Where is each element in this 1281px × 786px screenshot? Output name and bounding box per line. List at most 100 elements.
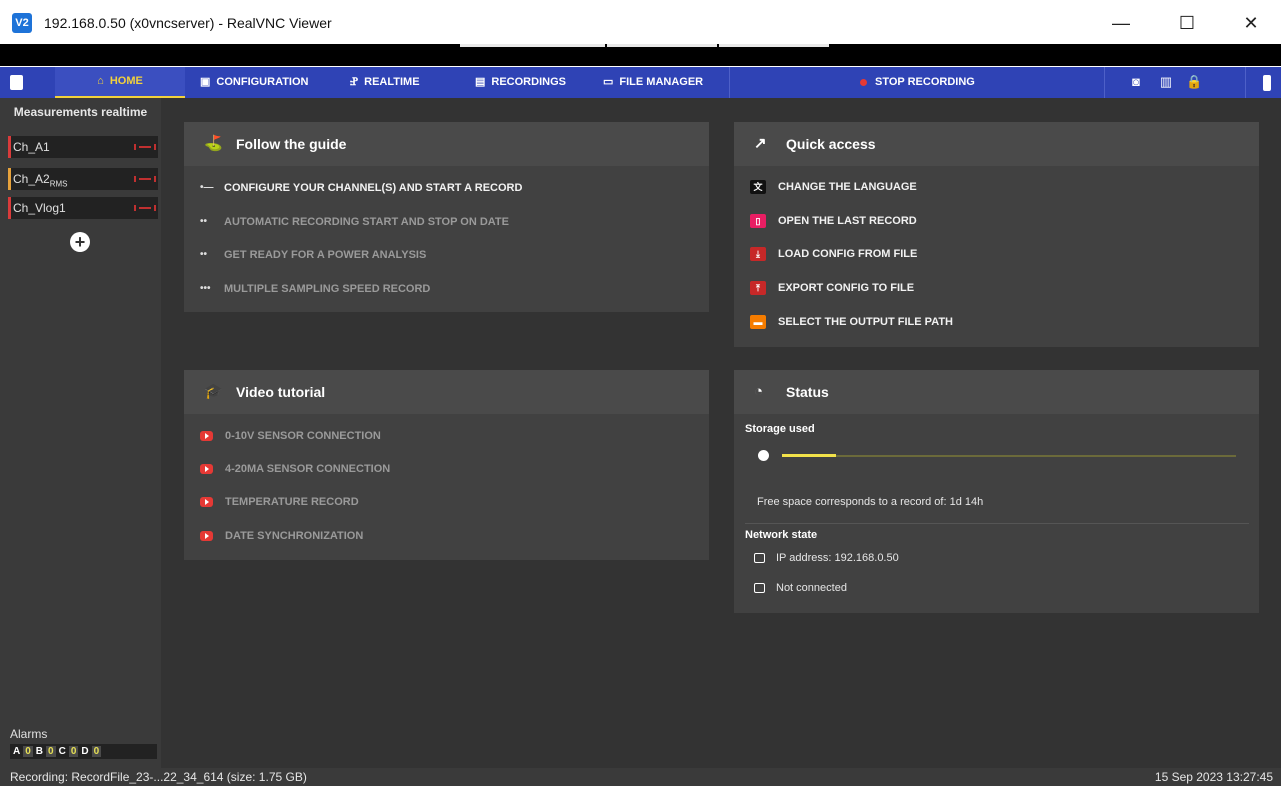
window-title: 192.168.0.50 (x0vncserver) - RealVNC Vie… xyxy=(44,15,332,31)
step-bullet-icon: •— xyxy=(200,182,214,193)
ip-address-text: IP address: 192.168.0.50 xyxy=(776,552,899,564)
menu-button[interactable] xyxy=(10,67,23,98)
tab-configuration-label: CONFIGURATION xyxy=(216,76,309,88)
window-title-bar: V2 192.168.0.50 (x0vncserver) - RealVNC … xyxy=(0,0,1281,45)
network-state-label: Network state xyxy=(745,529,818,541)
video-link[interactable]: TEMPERATURE RECORD xyxy=(200,494,359,510)
book-icon[interactable]: ▥ xyxy=(1158,74,1174,90)
storage-icon xyxy=(758,450,769,461)
guide-card-header: ⛳ Follow the guide xyxy=(184,122,709,166)
status-header: ◔ Status xyxy=(734,370,1259,414)
quick-export-config[interactable]: ⤒ EXPORT CONFIG TO FILE xyxy=(750,280,914,296)
maximize-button[interactable]: ☐ xyxy=(1164,6,1210,40)
tab-home-label: HOME xyxy=(109,75,143,87)
guide-step-label: GET READY FOR A POWER ANALYSIS xyxy=(224,249,427,261)
quick-change-language[interactable]: 文 CHANGE THE LANGUAGE xyxy=(750,179,917,195)
alarm-letter: C xyxy=(58,746,66,757)
storage-progress-fill xyxy=(782,454,837,457)
alarm-count: 0 xyxy=(46,746,56,757)
config-icon: ▣ xyxy=(200,76,211,88)
file-open-icon: ▯ xyxy=(750,214,766,228)
status-card: ◔ Status Storage used Free space corresp… xyxy=(734,370,1259,613)
quick-item-label: EXPORT CONFIG TO FILE xyxy=(778,282,915,294)
alarm-count: 0 xyxy=(91,746,102,757)
download-icon: ⤓ xyxy=(750,247,766,261)
guide-step[interactable]: •• GET READY FOR A POWER ANALYSIS xyxy=(200,247,426,263)
folder-icon: ▬ xyxy=(750,315,766,329)
quick-open-last-record[interactable]: ▯ OPEN THE LAST RECORD xyxy=(750,213,917,229)
lock-icon[interactable]: 🔒 xyxy=(1186,74,1202,90)
guide-step[interactable]: •• AUTOMATIC RECORDING START AND STOP ON… xyxy=(200,214,509,230)
remote-strip-segment xyxy=(719,44,829,47)
channel-item[interactable]: Ch_A2RMS xyxy=(8,168,158,190)
minimize-button[interactable]: — xyxy=(1098,6,1144,40)
guide-step-label: CONFIGURE YOUR CHANNEL(S) AND START A RE… xyxy=(224,182,523,194)
measurements-sidebar: Measurements realtime Ch_A1 Ch_A2RMS Ch_… xyxy=(0,98,161,768)
alarm-letter: D xyxy=(81,746,89,757)
connection-row: Not connected xyxy=(754,582,847,594)
tab-recordings[interactable]: ▤ RECORDINGS xyxy=(475,67,566,98)
channel-subscript: RMS xyxy=(49,179,68,189)
ip-address-row: IP address: 192.168.0.50 xyxy=(754,552,899,564)
youtube-icon xyxy=(200,464,213,474)
nav-divider xyxy=(1245,67,1246,98)
alarm-letter: A xyxy=(13,746,21,757)
guide-card: ⛳ Follow the guide •— CONFIGURE YOUR CHA… xyxy=(184,122,709,312)
nav-divider xyxy=(729,67,730,98)
close-button[interactable]: ✕ xyxy=(1228,6,1274,40)
guide-icon: ⛳ xyxy=(204,135,223,152)
tab-realtime[interactable]: Ⱀ REALTIME xyxy=(350,67,420,98)
channel-name: Ch_Vlog1 xyxy=(13,201,66,215)
quick-select-output-path[interactable]: ▬ SELECT THE OUTPUT FILE PATH xyxy=(750,314,953,330)
remote-screen-top-strip xyxy=(0,44,1281,66)
youtube-icon xyxy=(200,497,213,507)
tab-realtime-label: REALTIME xyxy=(364,76,420,88)
tab-home[interactable]: ⌂ HOME xyxy=(55,67,185,98)
video-link[interactable]: DATE SYNCHRONIZATION xyxy=(200,528,363,544)
youtube-icon xyxy=(200,531,213,541)
alarm-count: 0 xyxy=(23,746,33,757)
video-link-label: DATE SYNCHRONIZATION xyxy=(225,530,364,542)
gauge-icon: ◔ xyxy=(754,383,764,400)
channel-name: Ch_A1 xyxy=(13,140,50,154)
video-link-label: 4-20MA SENSOR CONNECTION xyxy=(225,463,391,475)
add-channel-button[interactable]: + xyxy=(70,232,90,252)
sidebar-title: Measurements realtime xyxy=(13,105,148,119)
tab-file-manager[interactable]: ▭ FILE MANAGER xyxy=(603,67,703,98)
status-title: Status xyxy=(786,384,829,400)
guide-step[interactable]: ••• MULTIPLE SAMPLING SPEED RECORD xyxy=(200,281,430,297)
alarm-letter: B xyxy=(35,746,44,757)
connection-text: Not connected xyxy=(776,582,847,594)
upload-icon: ⤒ xyxy=(750,281,766,295)
video-link-label: 0-10V SENSOR CONNECTION xyxy=(225,430,381,442)
tab-configuration[interactable]: ▣ CONFIGURATION xyxy=(200,67,308,98)
bottom-status-bar: Recording: RecordFile_23-...22_34_614 (s… xyxy=(0,768,1281,786)
channel-item[interactable]: Ch_Vlog1 xyxy=(8,197,158,219)
quick-access-title: Quick access xyxy=(786,136,876,152)
ethernet-icon xyxy=(754,553,765,563)
home-main-area: ⛳ Follow the guide •— CONFIGURE YOUR CHA… xyxy=(161,98,1281,768)
realvnc-app-icon: V2 xyxy=(12,13,32,33)
remote-strip-segment xyxy=(607,44,717,47)
quick-item-label: SELECT THE OUTPUT FILE PATH xyxy=(778,316,953,328)
camera-icon[interactable]: ◙ xyxy=(1128,74,1144,90)
recordings-icon: ▤ xyxy=(475,76,486,88)
guide-step-label: MULTIPLE SAMPLING SPEED RECORD xyxy=(224,283,431,295)
record-dot-icon xyxy=(860,79,867,86)
menu-icon xyxy=(10,75,23,90)
wifi-icon xyxy=(754,583,765,593)
video-link[interactable]: 4-20MA SENSOR CONNECTION xyxy=(200,461,390,477)
guide-step[interactable]: •— CONFIGURE YOUR CHANNEL(S) AND START A… xyxy=(200,180,522,196)
recording-indicator-icon xyxy=(134,176,156,182)
stop-recording-label: STOP RECORDING xyxy=(875,76,975,88)
guide-step-label: AUTOMATIC RECORDING START AND STOP ON DA… xyxy=(224,216,509,228)
video-link[interactable]: 0-10V SENSOR CONNECTION xyxy=(200,428,381,444)
quick-load-config[interactable]: ⤓ LOAD CONFIG FROM FILE xyxy=(750,246,917,262)
youtube-icon xyxy=(200,431,213,441)
stop-recording-button[interactable]: STOP RECORDING xyxy=(860,67,975,98)
storage-progress-bar xyxy=(782,454,1236,457)
shortcut-icon: ↗ xyxy=(754,135,767,152)
video-link-label: TEMPERATURE RECORD xyxy=(225,496,359,508)
channel-item[interactable]: Ch_A1 xyxy=(8,136,158,158)
tab-recordings-label: RECORDINGS xyxy=(491,76,566,88)
